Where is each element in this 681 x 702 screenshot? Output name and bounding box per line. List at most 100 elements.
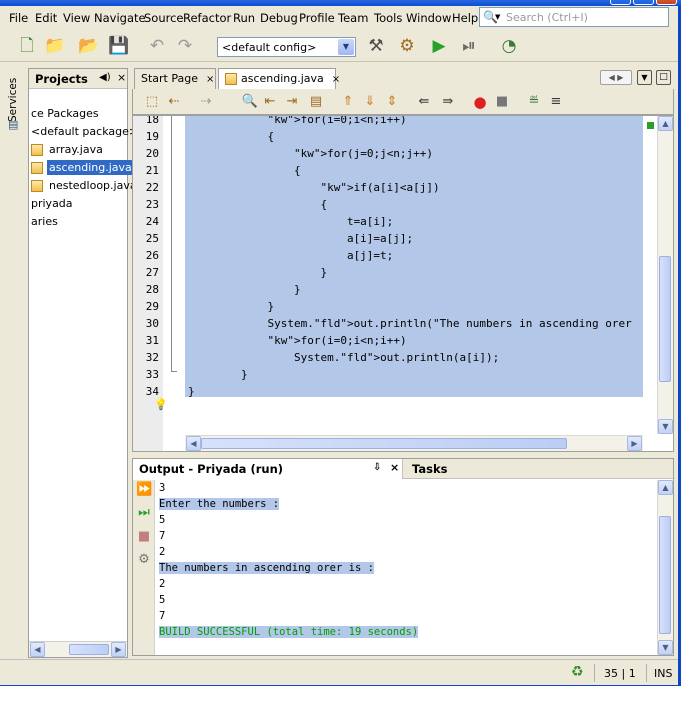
output-title: Output - Priyada (run)	[139, 462, 284, 476]
close-icon[interactable]: ×	[390, 461, 399, 474]
debug-icon[interactable]: ⏯	[458, 36, 480, 56]
tab-list-icon[interactable]: ▼	[637, 70, 652, 85]
tree-item[interactable]: <default package>	[29, 125, 140, 143]
shift-right-icon[interactable]: ⇛	[439, 93, 457, 111]
tab-tasks[interactable]: Tasks	[406, 459, 453, 479]
menu-help[interactable]: Help	[452, 11, 478, 25]
scroll-down-button[interactable]: ▼	[658, 640, 673, 655]
forward-icon[interactable]: ⇢	[197, 93, 215, 111]
new-project-icon[interactable]: 📁	[44, 36, 66, 56]
config-select[interactable]: <default config> ▼	[217, 37, 356, 57]
services-icon[interactable]: ▤	[8, 118, 18, 131]
next-bookmark-icon[interactable]: ⇓	[361, 93, 379, 111]
menu-navigate[interactable]: Navigate	[94, 11, 146, 25]
scroll-thumb[interactable]	[201, 438, 567, 449]
scroll-right-button[interactable]: ▶	[111, 642, 126, 657]
tree-item[interactable]: nestedloop.java	[31, 179, 139, 197]
caret-position: 35 | 1	[604, 667, 636, 680]
maximize-editor-icon[interactable]: □	[656, 70, 671, 85]
services-tab[interactable]: Services	[7, 72, 21, 122]
rerun-with-args-icon[interactable]: ⏭	[136, 505, 152, 521]
hammer-icon[interactable]: ⚒	[365, 36, 387, 56]
scroll-thumb[interactable]	[659, 516, 671, 634]
clean-build-icon[interactable]: ⚙	[396, 36, 418, 56]
java-file-icon	[31, 162, 43, 174]
tab-scroll-arrows[interactable]: ◀ ▶	[600, 70, 632, 85]
close-icon[interactable]: ×	[332, 74, 340, 85]
menu-refactor[interactable]: Refactor	[183, 11, 231, 25]
find-next-icon[interactable]: ⇥	[283, 93, 301, 111]
menu-run[interactable]: Run	[233, 11, 255, 25]
scroll-thumb[interactable]	[69, 644, 109, 655]
tree-item[interactable]: ce Packages	[29, 107, 101, 125]
update-icon[interactable]: ♻	[571, 664, 584, 680]
redo-icon[interactable]: ↷	[174, 36, 196, 56]
search-input[interactable]: 🔍 ▼ Search (Ctrl+I)	[479, 7, 669, 27]
menu-tools[interactable]: Tools	[374, 11, 402, 25]
comment-icon[interactable]: ≝	[525, 93, 543, 111]
save-all-icon[interactable]: 💾	[108, 36, 130, 56]
editor-horizontal-scrollbar[interactable]: ◀ ▶	[185, 435, 643, 451]
editor-tab-bar: Start Page × ascending.java × ◀ ▶ ▼ □	[132, 68, 678, 89]
tree-item[interactable]: aries	[29, 215, 60, 233]
output-line-text: 2	[159, 578, 166, 590]
toggle-bookmark-icon[interactable]: ⇕	[383, 93, 401, 111]
back-icon[interactable]: ⇠	[165, 93, 183, 111]
hint-bulb-icon[interactable]: 💡	[154, 398, 168, 411]
menu-profile[interactable]: Profile	[299, 11, 335, 25]
stop-macro-icon[interactable]: ■	[493, 93, 511, 111]
code-editor[interactable]: 18 19 20 21 22 23 24 25 26 27 28 29 30 31 32 33 34 💡 "kw…	[132, 115, 674, 452]
maximize-button[interactable]	[633, 0, 654, 5]
menu-window[interactable]: Window	[406, 11, 451, 25]
run-icon[interactable]: ▶	[428, 36, 450, 56]
tree-item[interactable]: array.java	[31, 143, 105, 161]
menu-edit[interactable]: Edit	[35, 11, 57, 25]
tab-menu-icon[interactable]: ⇩	[373, 462, 381, 473]
scroll-left-button[interactable]: ◀	[30, 642, 45, 657]
shift-left-icon[interactable]: ⇚	[415, 93, 433, 111]
rerun-icon[interactable]: ⏩	[136, 482, 152, 498]
menu-source[interactable]: Source	[144, 11, 184, 25]
toggle-highlight-icon[interactable]: ▤	[307, 93, 325, 111]
close-icon[interactable]: ×	[117, 71, 126, 84]
scroll-up-button[interactable]: ▲	[658, 480, 673, 495]
record-macro-icon[interactable]: ●	[471, 93, 489, 111]
line-number: 18	[145, 115, 159, 126]
scroll-thumb[interactable]	[659, 256, 671, 382]
undo-icon[interactable]: ↶	[146, 36, 168, 56]
output-vertical-scrollbar[interactable]: ▲ ▼	[657, 480, 673, 655]
tree-item[interactable]: ascending.java	[31, 160, 134, 179]
menu-debug[interactable]: Debug	[260, 11, 298, 25]
close-icon[interactable]: ×	[206, 74, 214, 85]
tab-start-page[interactable]: Start Page ×	[134, 68, 216, 89]
tree-item[interactable]: priyada	[29, 197, 75, 215]
menu-view[interactable]: View	[63, 11, 90, 25]
settings-icon[interactable]: ⚙	[136, 552, 152, 568]
scroll-up-button[interactable]: ▲	[658, 116, 673, 131]
menu-team[interactable]: Team	[338, 11, 368, 25]
stop-icon[interactable]: ■	[136, 529, 152, 545]
minimize-button[interactable]	[610, 0, 631, 5]
output-line: 2	[159, 578, 165, 590]
last-edit-icon[interactable]: ⬚	[143, 93, 161, 111]
previous-bookmark-icon[interactable]: ⇑	[339, 93, 357, 111]
close-window-button[interactable]	[656, 0, 677, 5]
tab-output[interactable]: Output - Priyada (run) ⇩ ×	[133, 459, 403, 479]
open-project-icon[interactable]: 📂	[78, 36, 100, 56]
ide-window: File Edit View Navigate Source Refactor Run Deb…	[0, 0, 681, 686]
menu-file[interactable]: File	[9, 11, 28, 25]
scroll-down-button[interactable]: ▼	[658, 419, 673, 434]
editor-vertical-scrollbar[interactable]: ▲ ▼	[657, 116, 673, 434]
projects-horizontal-scrollbar[interactable]: ◀ ▶	[29, 641, 127, 657]
new-file-icon[interactable]: 🗋	[16, 36, 38, 56]
uncomment-icon[interactable]: ≡	[547, 93, 565, 111]
java-file-icon	[225, 73, 237, 85]
speaker-icon[interactable]: ◀)	[99, 72, 111, 83]
find-icon[interactable]: 🔍	[241, 93, 259, 111]
projects-title[interactable]: Projects	[35, 72, 88, 86]
scroll-left-button[interactable]: ◀	[186, 436, 201, 451]
profile-icon[interactable]: ◔	[498, 36, 520, 56]
tab-ascending-java[interactable]: ascending.java ×	[218, 68, 340, 89]
scroll-right-button[interactable]: ▶	[627, 436, 642, 451]
find-previous-icon[interactable]: ⇤	[261, 93, 279, 111]
